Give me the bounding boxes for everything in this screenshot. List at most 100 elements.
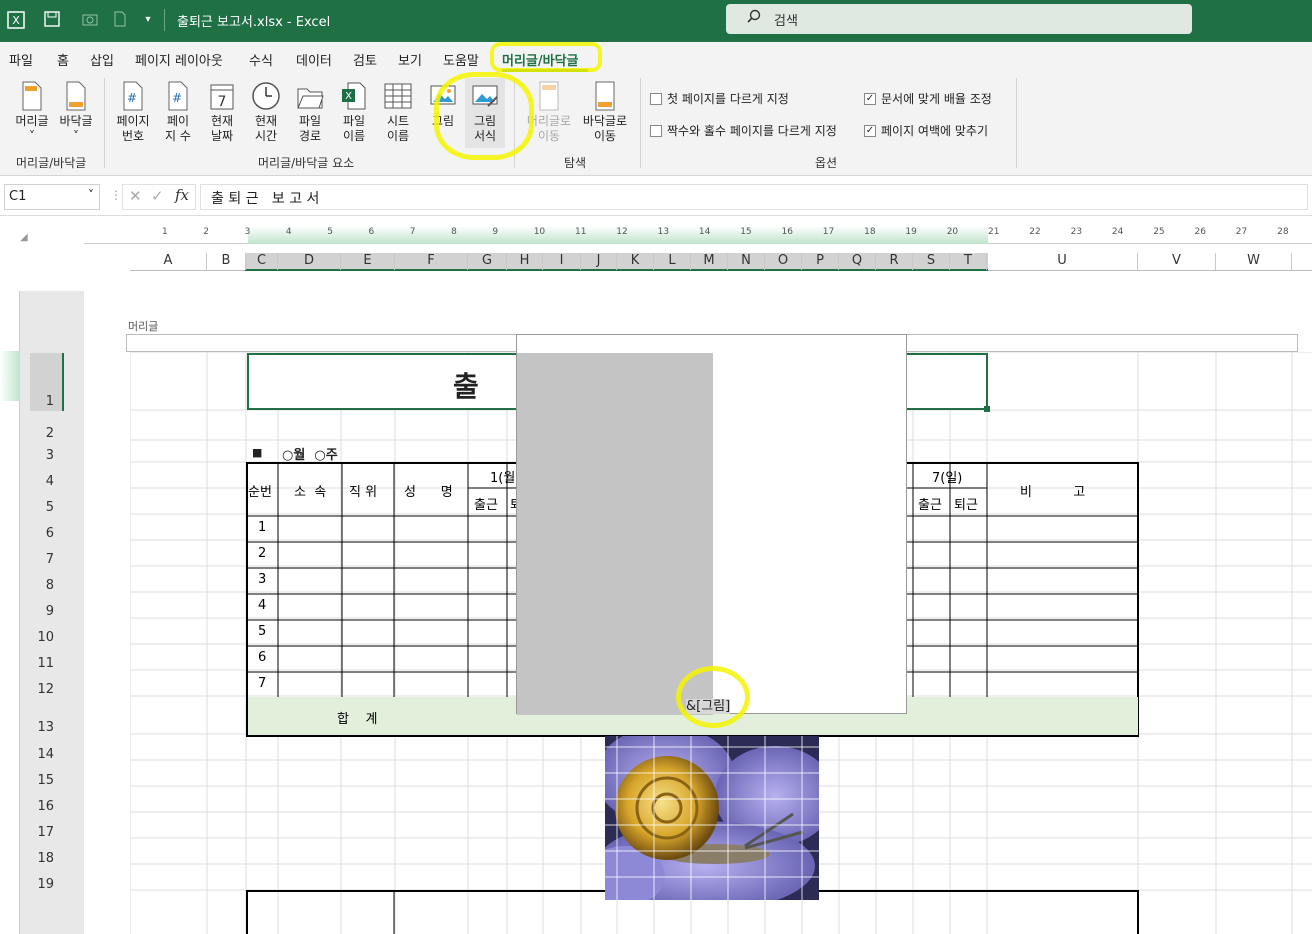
tab-file[interactable]: 파일 <box>9 50 33 69</box>
camera-icon[interactable] <box>80 10 100 30</box>
ruler-tick-label: 15 <box>740 227 752 237</box>
svg-text:#: # <box>172 91 182 105</box>
column-header-h[interactable]: H <box>507 253 543 270</box>
row-header-12[interactable]: 12 <box>30 682 64 697</box>
file-name-button[interactable]: X 파일 이름 <box>334 80 374 144</box>
ruler-tick-label: 28 <box>1277 227 1289 237</box>
document-icon[interactable] <box>110 10 130 30</box>
column-header-r[interactable]: R <box>876 253 913 270</box>
row-header-6[interactable]: 6 <box>30 526 64 541</box>
column-header-b[interactable]: B <box>207 253 246 270</box>
row-header-4[interactable]: 4 <box>30 474 64 489</box>
row-header-2[interactable]: 2 <box>30 426 64 441</box>
row-number-cell[interactable]: 2 <box>258 546 266 561</box>
row-header-13[interactable]: 13 <box>30 720 64 735</box>
current-time-button[interactable]: 현재 시간 <box>246 80 286 144</box>
enter-icon[interactable]: ✓ <box>151 187 164 205</box>
sheet-name-button[interactable]: 시트 이름 <box>378 80 418 144</box>
quick-access-dropdown-icon[interactable]: ▾ <box>138 10 158 30</box>
column-header-p[interactable]: P <box>802 253 839 270</box>
header-button[interactable]: 머리글 ˅ <box>12 80 52 144</box>
ruler-tick-label: 20 <box>946 227 959 237</box>
column-header-l[interactable]: L <box>654 253 691 270</box>
different-odd-even-option[interactable]: 짝수와 홀수 페이지를 다르게 지정 <box>650 122 837 139</box>
column-header-c[interactable]: C <box>246 253 278 270</box>
footer-button-caret: ˅ <box>73 129 79 143</box>
cancel-icon[interactable]: ✕ <box>129 187 142 205</box>
column-header-w[interactable]: W <box>1216 253 1292 270</box>
column-header-u[interactable]: U <box>987 253 1138 270</box>
row-header-5[interactable]: 5 <box>30 500 64 515</box>
column-header-g[interactable]: G <box>468 253 507 270</box>
row-header-18[interactable]: 18 <box>30 851 64 866</box>
row-number-cell[interactable]: 6 <box>258 650 266 665</box>
column-header-e[interactable]: E <box>341 253 395 270</box>
current-date-button[interactable]: 7 현재 날짜 <box>202 80 242 144</box>
option-label: 짝수와 홀수 페이지를 다르게 지정 <box>667 124 837 138</box>
checkbox-checked[interactable]: ✓ <box>864 92 876 105</box>
tab-page-layout[interactable]: 페이지 레이아웃 <box>135 50 223 69</box>
row-header-3[interactable]: 3 <box>30 448 64 463</box>
chevron-down-icon[interactable]: ˅ <box>88 188 94 202</box>
row-header-19[interactable]: 19 <box>30 877 64 892</box>
row-number-cell[interactable]: 1 <box>258 520 266 535</box>
checkbox-checked[interactable]: ✓ <box>864 124 876 137</box>
row-header-14[interactable]: 14 <box>30 747 64 762</box>
row-number-cell[interactable]: 4 <box>258 598 266 613</box>
column-header-m[interactable]: M <box>691 253 728 270</box>
row-header-11[interactable]: 11 <box>30 656 64 671</box>
column-header-j[interactable]: J <box>581 253 617 270</box>
row-number-cell[interactable]: 5 <box>258 624 266 639</box>
column-header-q[interactable]: Q <box>839 253 876 270</box>
function-icon[interactable]: fx <box>175 186 189 204</box>
file-path-button[interactable]: 파일 경로 <box>290 80 330 144</box>
tab-data[interactable]: 데이터 <box>296 50 332 69</box>
page-number-button[interactable]: # 페이지 번호 <box>112 80 154 144</box>
tab-home[interactable]: 홈 <box>57 50 69 69</box>
formula-input[interactable]: 출 퇴 근 보 고 서 <box>200 184 1308 210</box>
current-date-label-2: 날짜 <box>210 129 234 143</box>
tab-insert[interactable]: 삽입 <box>90 50 114 69</box>
row-header-9[interactable]: 9 <box>30 604 64 619</box>
ribbon: 머리글 ˅ 바닥글 ˅ # 페이지 번호 # 페이 지 수 7 현재 날짜 현재… <box>0 74 1312 176</box>
column-header-v[interactable]: V <box>1138 253 1216 270</box>
page-count-button[interactable]: # 페이 지 수 <box>158 80 198 144</box>
row-header-7[interactable]: 7 <box>30 552 64 567</box>
align-with-margins-option[interactable]: ✓ 페이지 여백에 맞추기 <box>864 122 988 139</box>
search-box[interactable]: 검색 <box>726 4 1192 34</box>
different-first-page-option[interactable]: 첫 페이지를 다르게 지정 <box>650 90 789 107</box>
checkbox[interactable] <box>650 124 662 137</box>
select-all-icon[interactable]: ◢ <box>20 232 28 243</box>
go-to-footer-button[interactable]: 바닥글로 이동 <box>578 80 632 144</box>
column-header-s[interactable]: S <box>913 253 950 270</box>
column-header-t[interactable]: T <box>950 253 987 270</box>
row-header-10[interactable]: 10 <box>30 630 64 645</box>
column-header-a[interactable]: A <box>130 253 207 270</box>
ruler-tick-label: 8 <box>451 227 457 237</box>
header-no: 순번 <box>248 485 272 500</box>
column-header-f[interactable]: F <box>395 253 468 270</box>
more-icon: ⋮ <box>110 188 122 202</box>
tab-view[interactable]: 보기 <box>398 50 422 69</box>
tab-help[interactable]: 도움말 <box>443 50 479 69</box>
name-box[interactable]: C1 ˅ <box>4 184 100 210</box>
column-header-n[interactable]: N <box>728 253 765 270</box>
column-header-i[interactable]: I <box>543 253 581 270</box>
column-header-k[interactable]: K <box>617 253 654 270</box>
row-header-8[interactable]: 8 <box>30 578 64 593</box>
footer-button[interactable]: 바닥글 ˅ <box>56 80 96 144</box>
column-header-d[interactable]: D <box>278 253 341 270</box>
save-icon[interactable] <box>42 10 62 30</box>
row-number-cell[interactable]: 7 <box>258 676 266 691</box>
row-header-1[interactable]: 1 <box>30 394 64 409</box>
column-header-o[interactable]: O <box>765 253 802 270</box>
scale-with-document-option[interactable]: ✓ 문서에 맞게 배율 조정 <box>864 90 992 107</box>
row-header-15[interactable]: 15 <box>30 773 64 788</box>
tab-review[interactable]: 검토 <box>353 50 377 69</box>
fill-handle[interactable] <box>984 406 990 412</box>
checkbox[interactable] <box>650 92 662 105</box>
row-number-cell[interactable]: 3 <box>258 572 266 587</box>
row-header-17[interactable]: 17 <box>30 825 64 840</box>
row-header-16[interactable]: 16 <box>30 799 64 814</box>
tab-formulas[interactable]: 수식 <box>249 50 273 69</box>
